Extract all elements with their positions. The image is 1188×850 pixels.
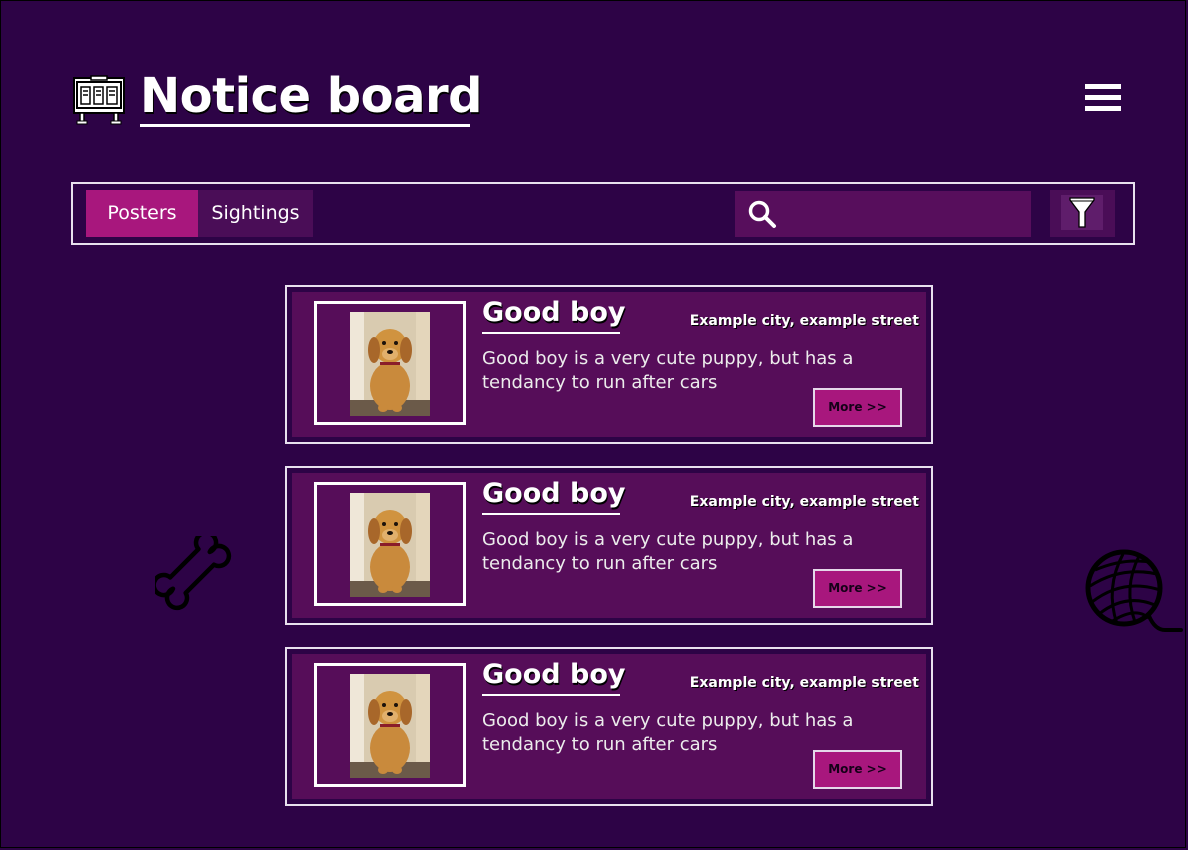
poster-title-underline (482, 694, 620, 696)
filter-button-inner (1061, 195, 1103, 230)
dog-photo (350, 493, 430, 597)
poster-title-underline (482, 513, 620, 515)
poster-title: Good boy (482, 659, 626, 690)
filter-funnel-icon (1069, 197, 1095, 228)
poster-card: Good boy Example city, example street Go… (285, 285, 933, 444)
more-button[interactable]: More >> (813, 750, 902, 789)
tab-sightings[interactable]: Sightings (198, 190, 313, 237)
more-button[interactable]: More >> (813, 569, 902, 608)
poster-card: Good boy Example city, example street Go… (285, 466, 933, 625)
poster-location: Example city, example street (689, 313, 919, 329)
filter-button[interactable] (1050, 190, 1115, 237)
tab-posters[interactable]: Posters (86, 190, 198, 237)
search-input[interactable] (785, 197, 1025, 233)
dog-photo (350, 312, 430, 416)
yarn-ball-icon (1085, 549, 1183, 632)
poster-location: Example city, example street (689, 675, 919, 691)
poster-location: Example city, example street (689, 494, 919, 510)
poster-title-underline (482, 332, 620, 334)
page-title: Notice board (140, 68, 483, 124)
dog-photo (350, 674, 430, 778)
hamburger-menu-icon[interactable] (1085, 84, 1121, 116)
search-icon[interactable] (747, 199, 777, 229)
bone-icon (155, 536, 232, 611)
search-box (735, 191, 1031, 237)
poster-card: Good boy Example city, example street Go… (285, 647, 933, 806)
poster-title: Good boy (482, 297, 626, 328)
more-button[interactable]: More >> (813, 388, 902, 427)
notice-board-icon (73, 75, 125, 125)
title-underline (140, 124, 470, 127)
poster-title: Good boy (482, 478, 626, 509)
